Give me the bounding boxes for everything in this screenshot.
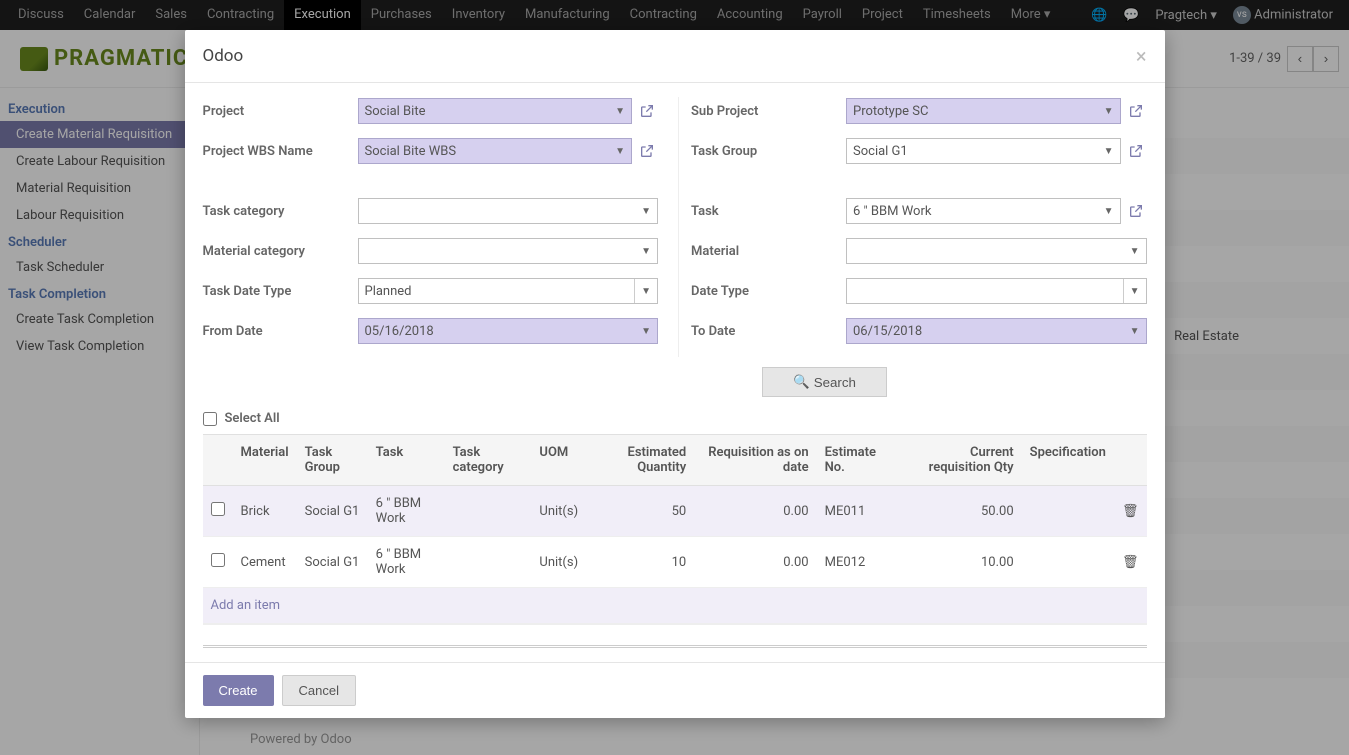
col-material: Material: [233, 435, 297, 486]
datetype-select[interactable]: ▼: [846, 278, 1147, 304]
wbs-select[interactable]: Social Bite WBS▼: [358, 138, 633, 164]
chevron-down-icon: ▼: [1130, 326, 1140, 337]
col-est-no: Estimate No.: [817, 435, 899, 486]
label-subproject: Sub Project: [691, 104, 846, 119]
delete-row-icon[interactable]: 🗑: [1114, 537, 1147, 588]
col-task-category: Task category: [445, 435, 532, 486]
table-row[interactable]: Brick Social G1 6 " BBM Work Unit(s) 50 …: [203, 486, 1147, 537]
label-project: Project: [203, 104, 358, 119]
col-uom: UOM: [531, 435, 586, 486]
chevron-down-icon: ▼: [1130, 246, 1140, 257]
chevron-down-icon: ▼: [634, 279, 651, 303]
close-icon[interactable]: ×: [1136, 44, 1147, 68]
chevron-down-icon: ▼: [1104, 146, 1114, 157]
task-select[interactable]: 6 " BBM Work▼: [846, 198, 1121, 224]
search-icon: 🔍: [793, 374, 810, 390]
row-checkbox[interactable]: [211, 502, 225, 516]
modal-dialog: Odoo × Project Social Bite▼: [185, 30, 1165, 718]
material-select[interactable]: ▼: [846, 238, 1147, 264]
label-todate: To Date: [691, 324, 846, 339]
external-link-icon[interactable]: [636, 140, 658, 162]
todate-input[interactable]: 06/15/2018▼: [846, 318, 1147, 344]
project-select[interactable]: Social Bite▼: [358, 98, 633, 124]
label-fromdate: From Date: [203, 324, 358, 339]
label-task: Task: [691, 204, 846, 219]
modal-title: Odoo: [203, 46, 244, 66]
row-checkbox[interactable]: [211, 553, 225, 567]
select-all-label: Select All: [225, 411, 280, 426]
col-curr-req-qty: Current requisition Qty: [899, 435, 1022, 486]
create-button[interactable]: Create: [203, 675, 274, 706]
external-link-icon[interactable]: [1125, 140, 1147, 162]
chevron-down-icon: ▼: [641, 326, 651, 337]
add-item-link[interactable]: Add an item: [203, 588, 1147, 624]
col-spec: Specification: [1022, 435, 1114, 486]
label-material: Material: [691, 244, 846, 259]
external-link-icon[interactable]: [1125, 200, 1147, 222]
label-wbs: Project WBS Name: [203, 144, 358, 159]
label-taskgroup: Task Group: [691, 144, 846, 159]
chevron-down-icon: ▼: [641, 206, 651, 217]
label-taskdatetype: Task Date Type: [203, 284, 358, 299]
chevron-down-icon: ▼: [1104, 206, 1114, 217]
delete-row-icon[interactable]: 🗑: [1114, 486, 1147, 537]
label-taskcategory: Task category: [203, 204, 358, 219]
col-task-group: Task Group: [297, 435, 368, 486]
external-link-icon[interactable]: [1125, 100, 1147, 122]
col-req-as-on: Requisition as on date: [694, 435, 816, 486]
search-button[interactable]: 🔍 Search: [762, 367, 887, 397]
taskgroup-select[interactable]: Social G1▼: [846, 138, 1121, 164]
materialcat-select[interactable]: ▼: [358, 238, 659, 264]
table-row[interactable]: Cement Social G1 6 " BBM Work Unit(s) 10…: [203, 537, 1147, 588]
chevron-down-icon: ▼: [641, 246, 651, 257]
chevron-down-icon: ▼: [1123, 279, 1140, 303]
col-est-qty: Estimated Quantity: [586, 435, 694, 486]
label-materialcat: Material category: [203, 244, 358, 259]
chevron-down-icon: ▼: [615, 146, 625, 157]
fromdate-input[interactable]: 05/16/2018▼: [358, 318, 659, 344]
taskcategory-select[interactable]: ▼: [358, 198, 659, 224]
label-datetype: Date Type: [691, 284, 846, 299]
chevron-down-icon: ▼: [1104, 106, 1114, 117]
subproject-select[interactable]: Prototype SC▼: [846, 98, 1121, 124]
col-task: Task: [368, 435, 445, 486]
external-link-icon[interactable]: [636, 100, 658, 122]
taskdatetype-select[interactable]: Planned▼: [358, 278, 659, 304]
chevron-down-icon: ▼: [615, 106, 625, 117]
cancel-button[interactable]: Cancel: [282, 675, 356, 706]
modal-overlay: Odoo × Project Social Bite▼: [0, 0, 1349, 755]
requisition-table: Material Task Group Task Task category U…: [203, 434, 1147, 625]
select-all-checkbox[interactable]: [203, 412, 217, 426]
